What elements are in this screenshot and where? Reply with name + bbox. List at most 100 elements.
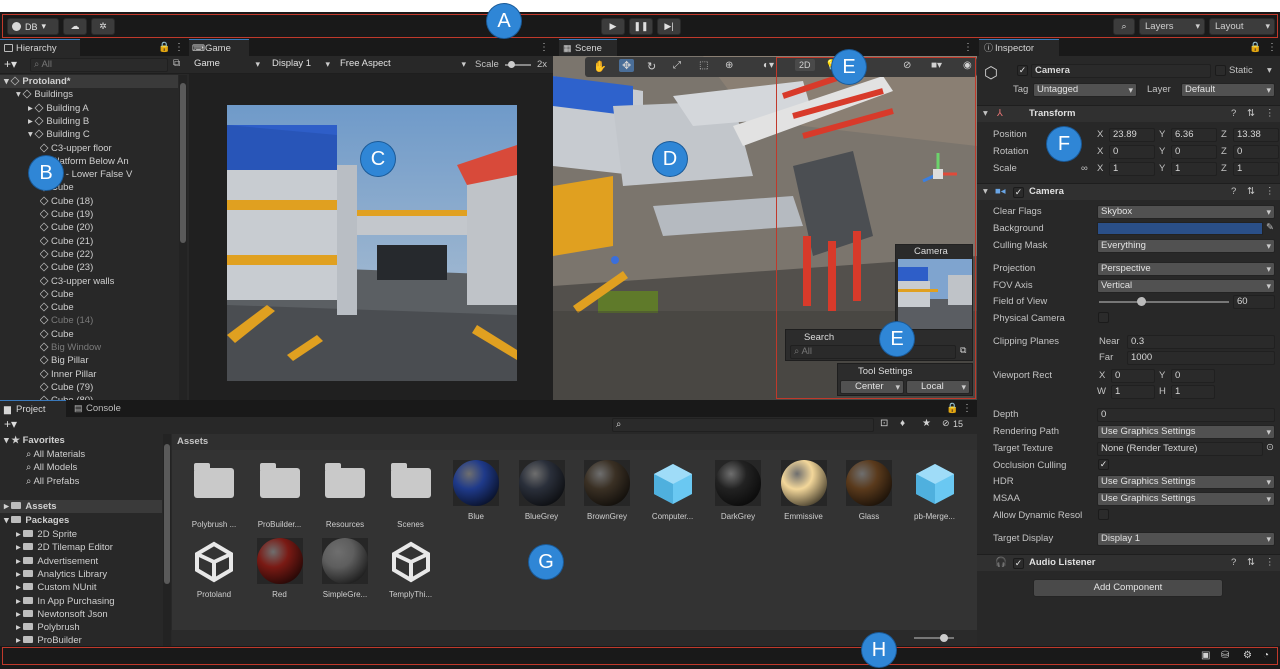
asset-item[interactable]: pb-Merge... <box>907 460 963 521</box>
project-search-input[interactable]: ⌕ <box>612 418 874 432</box>
package-item[interactable]: ▸ Advertisement <box>16 555 98 568</box>
hierarchy-item[interactable]: C3-upper walls <box>40 275 182 288</box>
search-by-label-icon[interactable]: ♦ <box>900 418 905 429</box>
transform-scale-y-input[interactable]: 1 <box>1171 162 1217 176</box>
foldout-arrow-icon[interactable]: ▾ <box>983 108 988 119</box>
transform-position-z-input[interactable]: 13.38 <box>1233 128 1279 142</box>
step-button[interactable]: ▶| <box>657 18 681 35</box>
favorite-item[interactable]: ⌕ All Models <box>26 461 77 474</box>
viewport-w-input[interactable]: 1 <box>1111 385 1155 399</box>
transform-rotation-x-input[interactable]: 0 <box>1109 145 1155 159</box>
asset-item[interactable]: BrownGrey <box>579 460 635 521</box>
lock-icon[interactable]: 🔒 <box>1249 42 1261 53</box>
rect-tool-icon[interactable]: ⬚ <box>699 60 708 71</box>
culling-mask-dropdown[interactable]: Everything <box>1097 239 1275 253</box>
package-item[interactable]: ▸ Analytics Library <box>16 568 107 581</box>
hierarchy-item[interactable]: Cube (22) <box>40 248 182 261</box>
package-item[interactable]: ▸ Custom NUnit <box>16 581 97 594</box>
axis-y-label[interactable]: Y <box>1159 163 1165 174</box>
display-dropdown[interactable]: Display 1 <box>269 58 333 72</box>
hierarchy-item[interactable]: Cube <box>40 181 182 194</box>
foldout-arrow-icon[interactable]: ▾ <box>983 186 988 197</box>
play-button[interactable]: ▶ <box>601 18 625 35</box>
kebab-menu-icon[interactable]: ⋮ <box>1265 186 1275 197</box>
transform-rotation-y-input[interactable]: 0 <box>1171 145 1217 159</box>
tab-inspector[interactable]: ⓘ Inspector <box>979 39 1059 56</box>
move-tool-icon[interactable]: ✥ <box>619 59 635 72</box>
hierarchy-item[interactable]: Cube (19) <box>40 208 182 221</box>
game-mode-dropdown[interactable]: Game <box>191 58 263 72</box>
viewport-x-input[interactable]: 0 <box>1111 369 1155 383</box>
far-input[interactable]: 1000 <box>1127 351 1275 365</box>
hierarchy-item[interactable]: Cube (20) <box>40 221 182 234</box>
filter-icon[interactable]: ⧉ <box>960 345 966 356</box>
layers-dropdown[interactable]: Layers <box>1139 18 1205 35</box>
account-dropdown[interactable]: DB ▾ <box>7 18 59 35</box>
tab-project[interactable]: ▆ Project <box>0 400 66 417</box>
lock-icon[interactable]: 🔒 <box>946 403 958 414</box>
help-icon[interactable]: ? <box>1231 557 1236 568</box>
hierarchy-item[interactable]: ▸ Building A <box>28 102 182 115</box>
shading-mode-icon[interactable]: ◐▾ <box>763 60 774 71</box>
rendering-path-dropdown[interactable]: Use Graphics Settings <box>1097 425 1275 439</box>
layout-dropdown[interactable]: Layout <box>1209 18 1275 35</box>
hierarchy-item[interactable]: Cube (18) <box>40 195 182 208</box>
create-plus-icon[interactable]: +▾ <box>4 417 17 431</box>
physical-camera-checkbox[interactable] <box>1098 312 1109 323</box>
asset-item[interactable]: Polybrush ... <box>186 460 242 529</box>
audio-listener-header[interactable]: 🎧 ✓ Audio Listener ? ⇅ ⋮ <box>977 554 1280 571</box>
help-icon[interactable]: ? <box>1231 108 1236 119</box>
foldout-arrow-icon[interactable]: ▸ <box>16 529 23 540</box>
fov-slider-thumb[interactable] <box>1136 297 1146 306</box>
axis-z-label[interactable]: Z <box>1221 146 1227 157</box>
help-icon[interactable]: ? <box>1231 186 1236 197</box>
toggle-2d-button[interactable]: 2D <box>795 59 815 71</box>
object-name-input[interactable]: Camera <box>1031 64 1211 78</box>
foldout-arrow-icon[interactable]: ▸ <box>16 556 23 567</box>
eyedropper-icon[interactable]: ✎ <box>1266 222 1274 233</box>
asset-item[interactable]: TemplyThi... <box>383 538 439 599</box>
hierarchy-item[interactable]: Big Window <box>40 341 182 354</box>
add-component-button[interactable]: Add Component <box>1033 579 1223 597</box>
pause-button[interactable]: ❚❚ <box>629 18 653 35</box>
kebab-menu-icon[interactable]: ⋮ <box>1265 557 1275 568</box>
debug-mode-icon[interactable]: ⚙ <box>1243 650 1252 661</box>
icon-size-slider-thumb[interactable] <box>940 634 948 642</box>
scene-orientation-gizmo[interactable] <box>913 149 963 199</box>
assets-row[interactable]: ▸ Assets <box>0 500 162 513</box>
preset-icon[interactable]: ⇅ <box>1247 108 1255 119</box>
kebab-menu-icon[interactable]: ⋮ <box>539 42 549 53</box>
hidden-packages-icon[interactable]: ⊘ <box>942 418 950 429</box>
hierarchy-scene-root[interactable]: ▾ Protoland* <box>0 75 178 88</box>
transform-header[interactable]: ▾ ⅄ Transform ? ⇅ ⋮ <box>977 105 1280 122</box>
axis-z-label[interactable]: Z <box>1221 129 1227 140</box>
package-item[interactable]: ▸ In App Purchasing <box>16 595 115 608</box>
progress-icon[interactable]: ◔ <box>1263 650 1269 661</box>
hierarchy-item[interactable]: Cube <box>40 301 182 314</box>
camera-settings-icon[interactable]: ■▾ <box>931 60 942 71</box>
collab-button[interactable]: ✲ <box>91 18 115 35</box>
kebab-menu-icon[interactable]: ⋮ <box>1267 42 1277 53</box>
gizmos-icon[interactable]: ◉ <box>963 60 972 71</box>
tag-dropdown[interactable]: Untagged <box>1033 83 1137 97</box>
cache-server-icon[interactable]: ⛁ <box>1221 650 1229 661</box>
hierarchy-item[interactable]: ▸ Building B <box>28 115 182 128</box>
asset-item[interactable]: Blue <box>448 460 504 521</box>
foldout-arrow-icon[interactable]: ▸ <box>16 622 23 633</box>
asset-item[interactable]: Computer... <box>645 460 701 521</box>
object-picker-icon[interactable]: ⊙ <box>1266 442 1274 453</box>
asset-item[interactable]: BlueGrey <box>514 460 570 521</box>
icon-size-slider[interactable] <box>914 634 954 642</box>
near-input[interactable]: 0.3 <box>1127 335 1275 349</box>
scale-tool-icon[interactable]: ⤢ <box>673 60 681 71</box>
hierarchy-item[interactable]: Cube <box>40 328 182 341</box>
target-texture-field[interactable]: None (Render Texture) <box>1097 442 1263 456</box>
hierarchy-item[interactable]: Cube (79) <box>40 381 182 394</box>
hand-tool-icon[interactable]: ✋ <box>593 60 607 73</box>
transform-tool-icon[interactable]: ⊕ <box>725 60 733 71</box>
tab-console[interactable]: ▤ Console <box>70 400 136 417</box>
fov-input[interactable]: 60 <box>1233 295 1275 309</box>
depth-input[interactable]: 0 <box>1097 408 1275 422</box>
cloud-button[interactable]: ☁ <box>63 18 87 35</box>
audio-listener-checkbox[interactable]: ✓ <box>1013 558 1024 569</box>
